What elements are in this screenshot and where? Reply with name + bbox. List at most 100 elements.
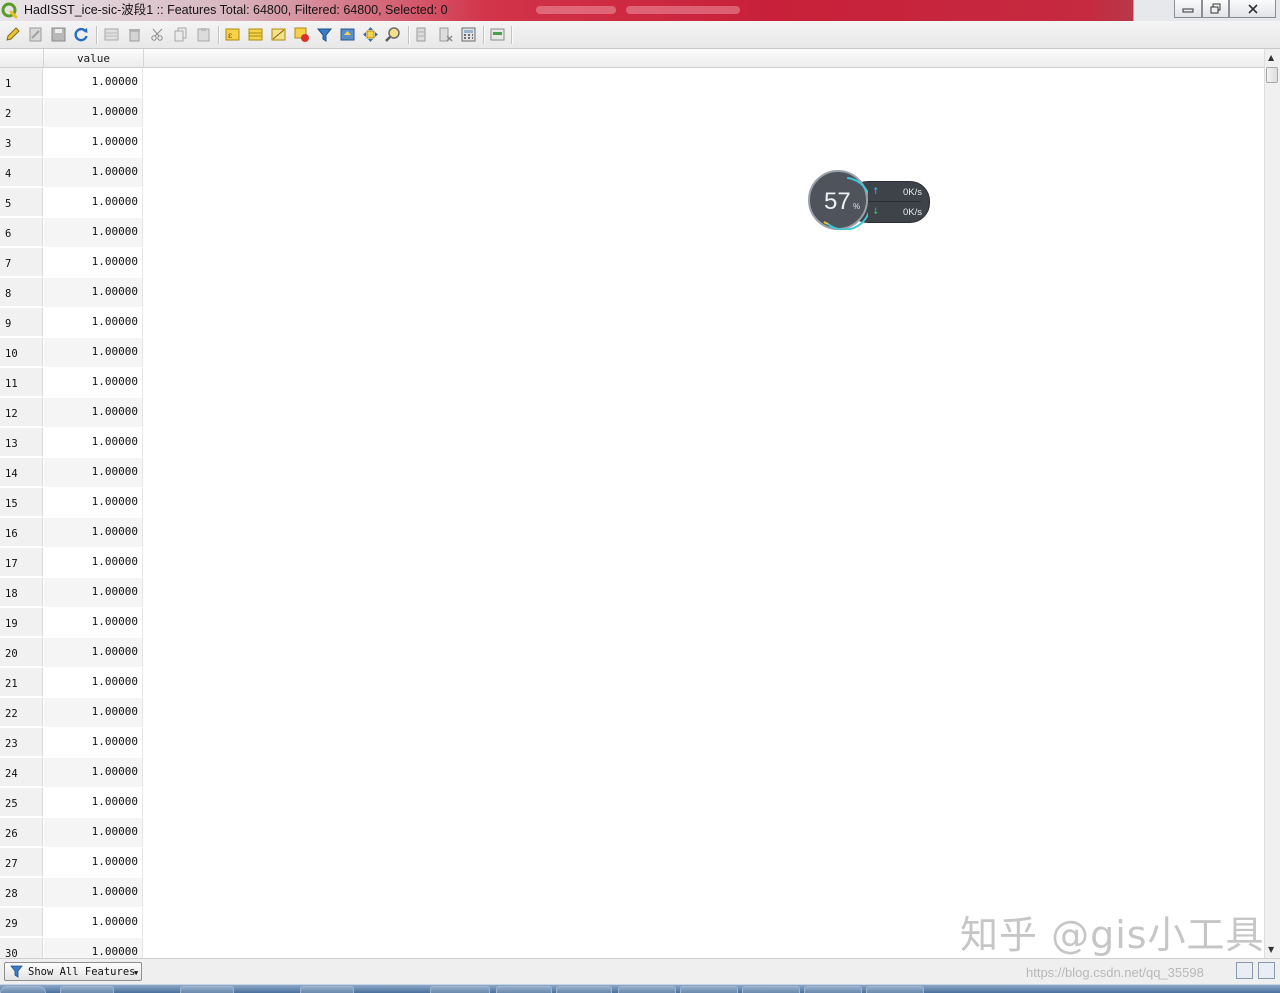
table-row[interactable]: 27 1.00000 (0, 848, 144, 878)
row-number[interactable]: 21 (0, 668, 43, 697)
row-number[interactable]: 27 (0, 848, 43, 877)
reload-icon[interactable] (73, 26, 90, 43)
row-number[interactable]: 26 (0, 818, 43, 847)
value-cell[interactable]: 1.00000 (44, 818, 143, 847)
value-cell[interactable]: 1.00000 (44, 788, 143, 817)
row-number[interactable]: 25 (0, 788, 43, 817)
value-cell[interactable]: 1.00000 (44, 218, 143, 247)
minimize-button[interactable] (1174, 0, 1202, 18)
field-calculator-icon[interactable] (460, 26, 477, 43)
table-row[interactable]: 6 1.00000 (0, 218, 144, 248)
table-row[interactable]: 4 1.00000 (0, 158, 144, 188)
filter-icon[interactable] (316, 26, 333, 43)
value-cell[interactable]: 1.00000 (44, 98, 143, 127)
value-cell[interactable]: 1.00000 (44, 338, 143, 367)
column-header-value[interactable]: value (44, 49, 144, 68)
table-row[interactable]: 13 1.00000 (0, 428, 144, 458)
delete-field-icon[interactable] (437, 26, 454, 43)
value-cell[interactable]: 1.00000 (44, 938, 143, 958)
table-row[interactable]: 8 1.00000 (0, 278, 144, 308)
scroll-down-arrow-icon[interactable]: ▼ (1268, 945, 1274, 954)
value-cell[interactable]: 1.00000 (44, 68, 143, 97)
row-number[interactable]: 3 (0, 128, 43, 157)
cut-icon[interactable] (149, 26, 166, 43)
pan-to-selection-icon[interactable] (362, 26, 379, 43)
table-row[interactable]: 17 1.00000 (0, 548, 144, 578)
table-row[interactable]: 12 1.00000 (0, 398, 144, 428)
scroll-up-arrow-icon[interactable]: ▲ (1268, 53, 1274, 62)
value-cell[interactable]: 1.00000 (44, 458, 143, 487)
paste-icon[interactable] (195, 26, 212, 43)
row-number[interactable]: 28 (0, 878, 43, 907)
row-number[interactable]: 11 (0, 368, 43, 397)
table-row[interactable]: 29 1.00000 (0, 908, 144, 938)
row-number[interactable]: 24 (0, 758, 43, 787)
row-number[interactable]: 29 (0, 908, 43, 937)
row-number[interactable]: 12 (0, 398, 43, 427)
value-cell[interactable]: 1.00000 (44, 398, 143, 427)
value-cell[interactable]: 1.00000 (44, 278, 143, 307)
table-row[interactable]: 15 1.00000 (0, 488, 144, 518)
row-number[interactable]: 10 (0, 338, 43, 367)
row-number[interactable]: 1 (0, 68, 43, 97)
save-icon[interactable] (50, 26, 67, 43)
zoom-to-selection-icon[interactable] (385, 26, 402, 43)
table-row[interactable]: 30 1.00000 (0, 938, 144, 958)
table-row[interactable]: 14 1.00000 (0, 458, 144, 488)
net-speed-widget[interactable]: 57 % ↑ 0K/s ↓ 0K/s (808, 170, 930, 234)
value-cell[interactable]: 1.00000 (44, 548, 143, 577)
value-cell[interactable]: 1.00000 (44, 578, 143, 607)
table-row[interactable]: 9 1.00000 (0, 308, 144, 338)
edit-save-icon[interactable] (27, 26, 44, 43)
value-cell[interactable]: 1.00000 (44, 428, 143, 457)
value-cell[interactable]: 1.00000 (44, 188, 143, 217)
value-cell[interactable]: 1.00000 (44, 728, 143, 757)
table-row[interactable]: 20 1.00000 (0, 638, 144, 668)
row-number[interactable]: 18 (0, 578, 43, 607)
table-row[interactable]: 19 1.00000 (0, 608, 144, 638)
value-cell[interactable]: 1.00000 (44, 878, 143, 907)
table-corner-button[interactable] (0, 49, 44, 68)
row-number[interactable]: 8 (0, 278, 43, 307)
table-row[interactable]: 26 1.00000 (0, 818, 144, 848)
row-number[interactable]: 22 (0, 698, 43, 727)
table-row[interactable]: 24 1.00000 (0, 758, 144, 788)
maximize-button[interactable] (1202, 0, 1229, 18)
value-cell[interactable]: 1.00000 (44, 638, 143, 667)
row-number[interactable]: 7 (0, 248, 43, 277)
table-row[interactable]: 21 1.00000 (0, 668, 144, 698)
value-cell[interactable]: 1.00000 (44, 668, 143, 697)
value-cell[interactable]: 1.00000 (44, 128, 143, 157)
vertical-scrollbar[interactable]: ▲ ▼ (1264, 49, 1280, 958)
select-all-icon[interactable] (247, 26, 264, 43)
row-number[interactable]: 4 (0, 158, 43, 187)
new-field-icon[interactable] (414, 26, 431, 43)
value-cell[interactable]: 1.00000 (44, 608, 143, 637)
row-number[interactable]: 6 (0, 218, 43, 247)
table-row[interactable]: 22 1.00000 (0, 698, 144, 728)
delete-icon[interactable] (126, 26, 143, 43)
table-view-icon[interactable] (1236, 962, 1253, 979)
value-cell[interactable]: 1.00000 (44, 488, 143, 517)
row-number[interactable]: 30 (0, 938, 43, 958)
show-features-filter-button[interactable]: Show All Features ▼ (4, 962, 142, 981)
table-row[interactable]: 16 1.00000 (0, 518, 144, 548)
table-row[interactable]: 18 1.00000 (0, 578, 144, 608)
table-row[interactable]: 23 1.00000 (0, 728, 144, 758)
move-to-top-icon[interactable] (339, 26, 356, 43)
copy-icon[interactable] (172, 26, 189, 43)
value-cell[interactable]: 1.00000 (44, 848, 143, 877)
table-row[interactable]: 3 1.00000 (0, 128, 144, 158)
value-cell[interactable]: 1.00000 (44, 308, 143, 337)
value-cell[interactable]: 1.00000 (44, 368, 143, 397)
table-row[interactable]: 5 1.00000 (0, 188, 144, 218)
close-button[interactable] (1229, 0, 1276, 18)
row-number[interactable]: 20 (0, 638, 43, 667)
table-row[interactable]: 10 1.00000 (0, 338, 144, 368)
row-number[interactable]: 17 (0, 548, 43, 577)
value-cell[interactable]: 1.00000 (44, 518, 143, 547)
table-row[interactable]: 28 1.00000 (0, 878, 144, 908)
value-cell[interactable]: 1.00000 (44, 758, 143, 787)
row-number[interactable]: 13 (0, 428, 43, 457)
row-number[interactable]: 9 (0, 308, 43, 337)
